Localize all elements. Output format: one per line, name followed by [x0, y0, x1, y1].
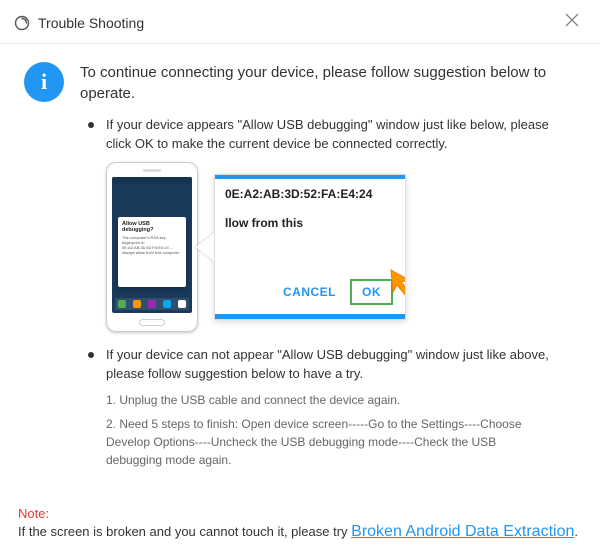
zoom-allow-text: llow from this [225, 216, 395, 230]
phone-mockup: Allow USB debugging? The computer's RSA … [106, 162, 198, 332]
note-suffix: . [574, 524, 578, 539]
titlebar: Trouble Shooting [0, 0, 600, 44]
pointer-arrow-icon [385, 264, 406, 303]
info-icon: i [24, 62, 64, 102]
bullet-dot-icon [88, 122, 94, 128]
step-2: 2. Need 5 steps to finish: Open device s… [106, 415, 552, 469]
bullet-dot-icon [88, 352, 94, 358]
window-title: Trouble Shooting [38, 15, 144, 31]
note-block: Note: If the screen is broken and you ca… [18, 505, 582, 541]
app-icon [14, 15, 30, 31]
note-link[interactable]: Broken Android Data Extraction [351, 523, 574, 540]
steps-list: 1. Unplug the USB cable and connect the … [24, 391, 552, 469]
callout-arrow-icon [196, 233, 214, 261]
titlebar-left: Trouble Shooting [14, 15, 144, 31]
close-button[interactable] [558, 10, 586, 35]
zoom-rsa-text: 0E:A2:AB:3D:52:FA:E4:24 [225, 187, 395, 202]
content: i To continue connecting your device, pl… [0, 44, 600, 469]
phone-dialog-body: The computer's RSA key fingerprint is: 0… [122, 235, 182, 256]
phone-dialog-title: Allow USB debugging? [122, 221, 182, 233]
zoom-dialog: 0E:A2:AB:3D:52:FA:E4:24 llow from this C… [214, 174, 406, 320]
intro-row: i To continue connecting your device, pl… [24, 62, 576, 104]
note-label: Note: [18, 506, 49, 521]
phone-dialog: Allow USB debugging? The computer's RSA … [118, 217, 186, 287]
illustration: Allow USB debugging? The computer's RSA … [106, 162, 576, 332]
bullet-item-1: If your device appears "Allow USB debugg… [24, 116, 576, 154]
step-1: 1. Unplug the USB cable and connect the … [106, 391, 552, 409]
bullet-item-2: If your device can not appear "Allow USB… [24, 346, 576, 384]
intro-text: To continue connecting your device, plea… [80, 62, 576, 104]
bullet-text-1: If your device appears "Allow USB debugg… [106, 116, 576, 154]
close-icon [564, 12, 580, 28]
bullet-text-2: If your device can not appear "Allow USB… [106, 346, 576, 384]
zoom-cancel-button: CANCEL [283, 285, 336, 299]
note-text: If the screen is broken and you cannot t… [18, 524, 351, 539]
